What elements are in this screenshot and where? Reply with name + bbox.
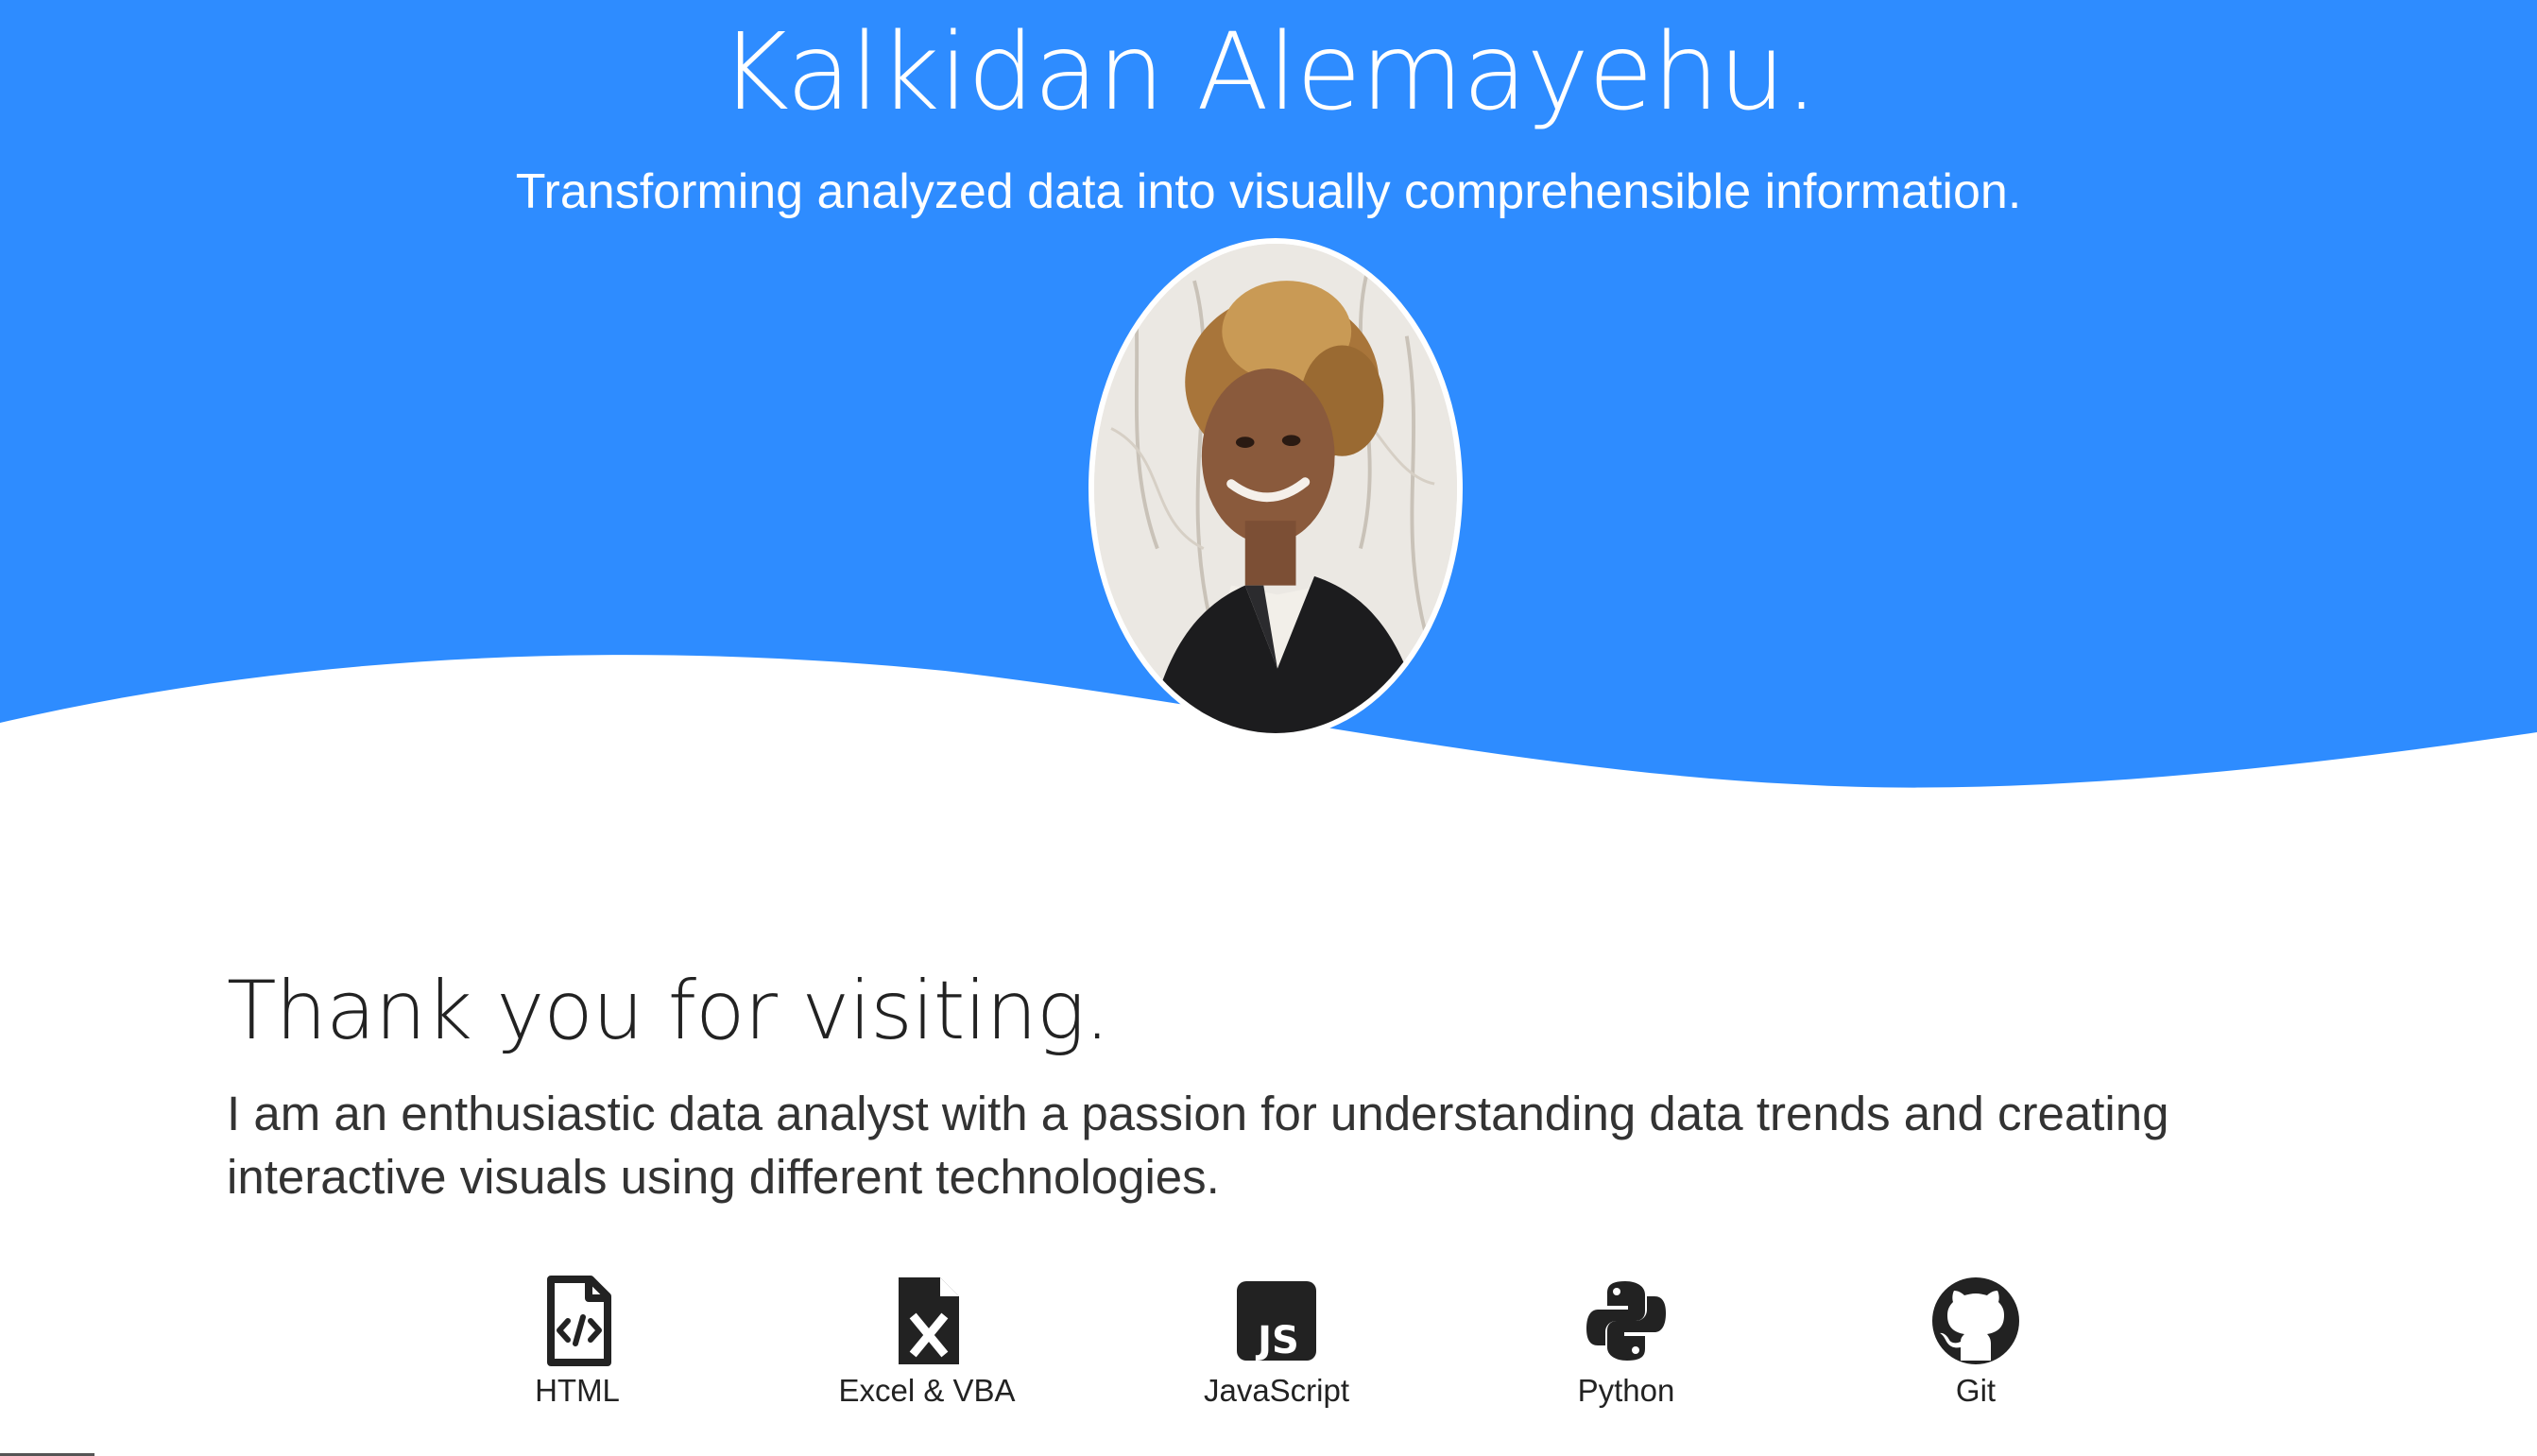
portfolio-page: Kalkidan Alemayehu. Transforming analyze… bbox=[0, 0, 2537, 1456]
skill-label: JavaScript bbox=[1203, 1373, 1350, 1408]
about-description: I am an enthusiastic data analyst with a… bbox=[227, 1087, 2169, 1204]
skill-label: Excel & VBA bbox=[838, 1373, 1016, 1408]
skill-html: HTML bbox=[426, 1274, 729, 1410]
skill-javascript: JS JavaScript bbox=[1125, 1274, 1428, 1410]
svg-text:JS: JS bbox=[1255, 1319, 1299, 1362]
python-icon bbox=[1586, 1281, 1666, 1361]
skill-git: Git bbox=[1825, 1274, 2127, 1410]
skill-python: Python bbox=[1475, 1274, 1777, 1410]
skill-label: Git bbox=[1955, 1373, 1997, 1408]
excel-file-icon bbox=[899, 1277, 959, 1364]
github-icon bbox=[1932, 1277, 2019, 1364]
skill-label: Python bbox=[1577, 1373, 1675, 1408]
hero-subtitle: Transforming analyzed data into visually… bbox=[515, 164, 2022, 219]
html-file-icon bbox=[547, 1276, 611, 1366]
javascript-icon: JS bbox=[1237, 1281, 1316, 1362]
hero-title: Kalkidan Alemayehu. bbox=[719, 11, 1819, 134]
profile-photo bbox=[1089, 238, 1463, 739]
skill-label: HTML bbox=[535, 1373, 620, 1408]
about-heading: Thank you for visiting. bbox=[227, 964, 1110, 1058]
skill-excel-vba: Excel & VBA bbox=[776, 1274, 1078, 1410]
